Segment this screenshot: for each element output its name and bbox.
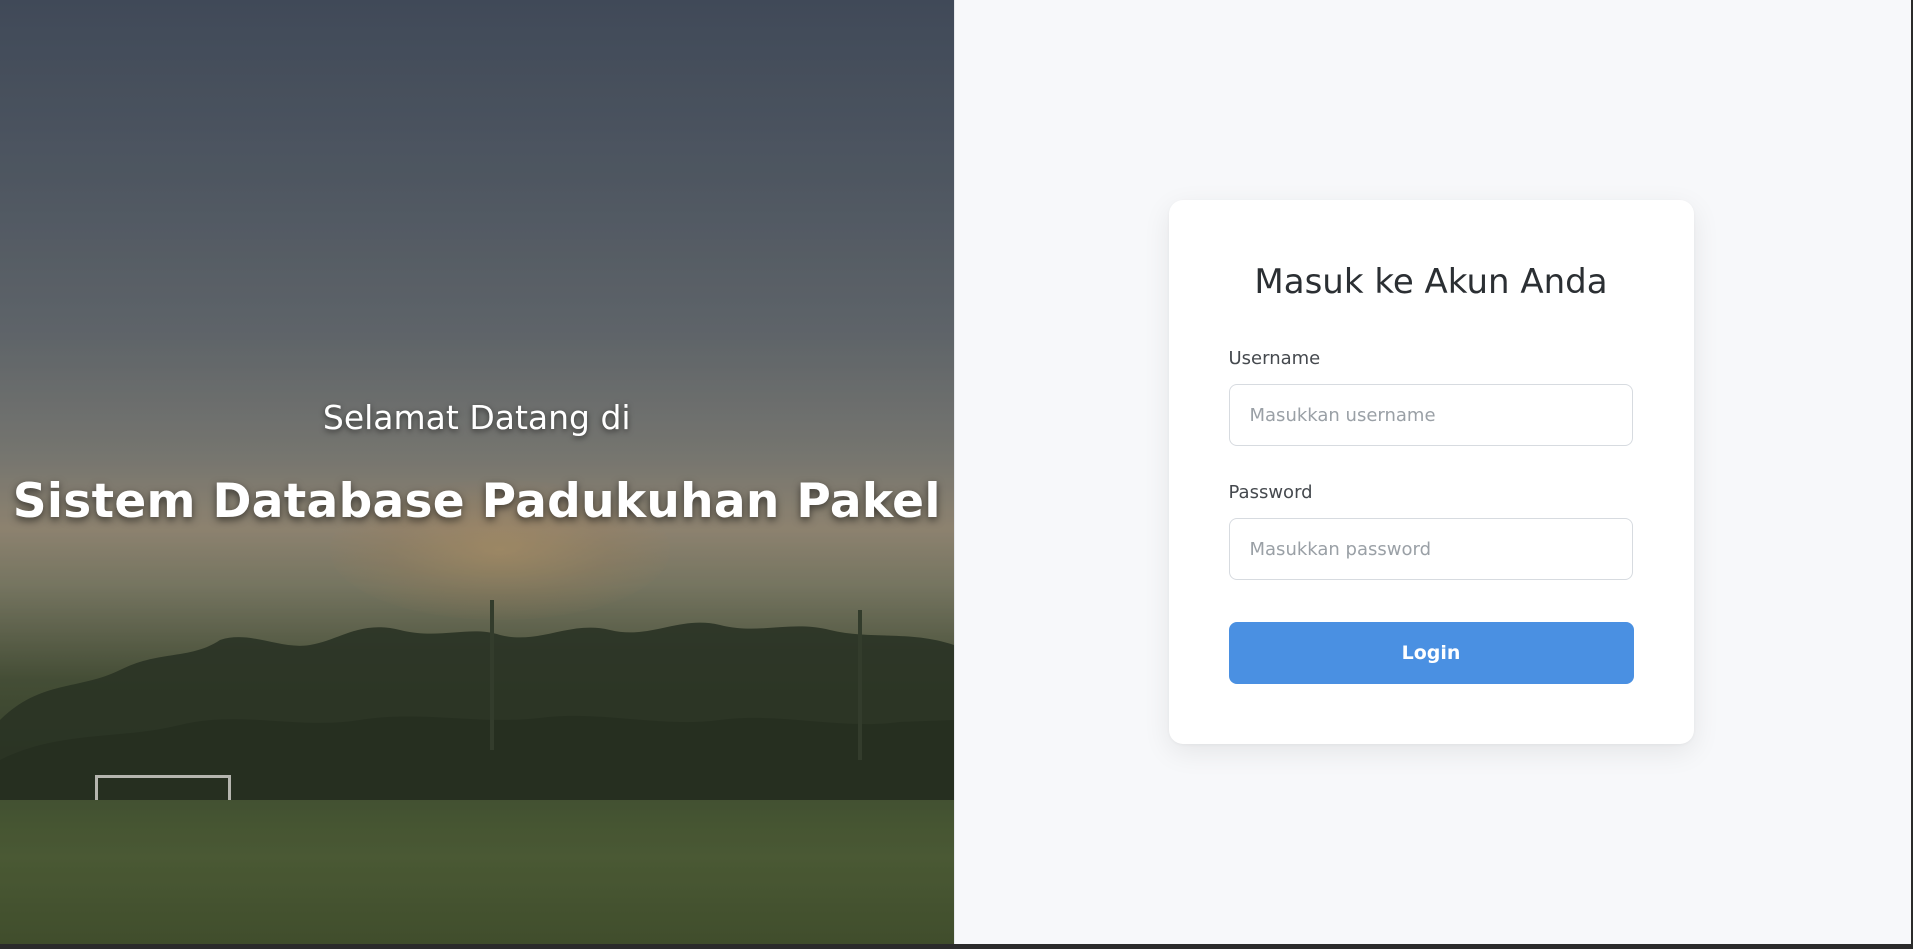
window-bottom-edge (0, 944, 1913, 949)
app-window: Selamat Datang di Sistem Database Paduku… (0, 0, 1911, 944)
hero-panel: Selamat Datang di Sistem Database Paduku… (0, 0, 954, 944)
login-card: Masuk ke Akun Anda Username Password Log… (1168, 200, 1694, 744)
username-input[interactable] (1228, 384, 1633, 446)
hero-overlay (0, 0, 954, 944)
password-input[interactable] (1228, 518, 1633, 580)
password-label: Password (1228, 482, 1313, 503)
login-heading: Masuk ke Akun Anda (1254, 262, 1608, 302)
login-button[interactable]: Login (1228, 622, 1634, 684)
welcome-title: Sistem Database Padukuhan Pakel (12, 474, 941, 529)
welcome-subtitle: Selamat Datang di (322, 398, 631, 437)
username-label: Username (1228, 348, 1321, 369)
login-panel: Masuk ke Akun Anda Username Password Log… (953, 0, 1911, 944)
